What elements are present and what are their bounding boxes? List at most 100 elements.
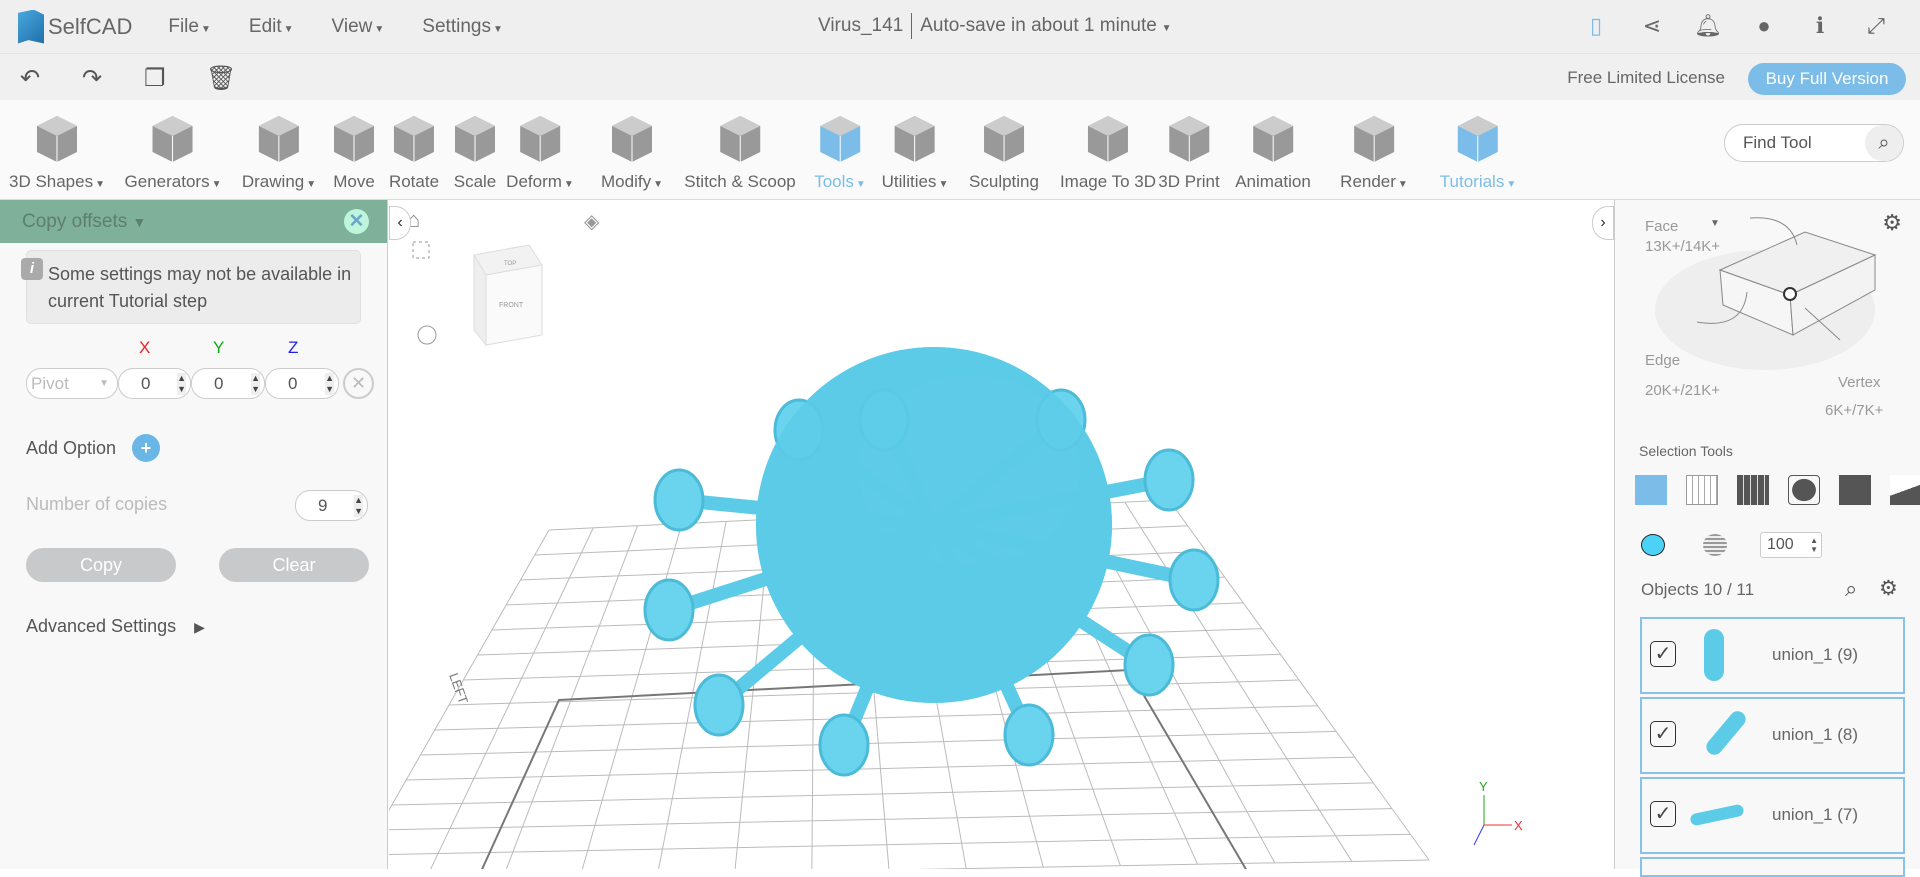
modify-icon	[611, 116, 652, 162]
render-icon	[1353, 116, 1394, 162]
visibility-checkbox[interactable]: ✓	[1650, 801, 1676, 827]
tool-generators[interactable]: Generators ▼	[125, 112, 221, 192]
project-title[interactable]: Virus_141 Auto-save in about 1 minute ▼	[818, 13, 1172, 39]
svg-text:Y: Y	[1479, 779, 1488, 794]
orbit-icon[interactable]	[417, 325, 437, 345]
y-offset-input[interactable]: 0 ▲ ▼	[191, 368, 265, 399]
collapse-right-panel-button[interactable]: ›	[1592, 206, 1614, 240]
copy-icon[interactable]: ❐	[144, 64, 166, 93]
3d-print-icon	[1168, 116, 1209, 162]
bell-icon[interactable]: 🔔︎	[1694, 12, 1722, 40]
select-half-icon[interactable]	[1839, 475, 1871, 505]
tool-scale[interactable]: Scale	[450, 112, 500, 192]
tool-sculpting[interactable]: Sculpting	[969, 112, 1039, 192]
close-icon[interactable]: ✕	[344, 209, 369, 234]
select-volume-icon[interactable]	[1788, 475, 1820, 505]
fullscreen-icon[interactable]: ⤢	[1862, 12, 1890, 40]
opacity-input[interactable]: 100 ▲ ▼	[1760, 532, 1822, 558]
select-faces-icon[interactable]	[1737, 475, 1769, 505]
object-item[interactable]	[1640, 857, 1905, 877]
object-item[interactable]: ✓ union_1 (9)	[1640, 617, 1905, 694]
select-object-icon[interactable]	[1635, 475, 1667, 505]
info-icon: i	[21, 258, 43, 280]
copy-button[interactable]: Copy	[26, 548, 176, 582]
save-icon[interactable]: ▯	[1582, 12, 1610, 40]
buy-full-version-button[interactable]: Buy Full Version	[1748, 63, 1906, 95]
selection-panel: ⚙ Face ▼ 13K+/14K+ Edge 20K+/21K+ Vertex…	[1614, 200, 1920, 877]
3d-shapes-icon	[37, 116, 77, 162]
z-offset-input[interactable]: 0 ▲ ▼	[265, 368, 339, 399]
object-thumbnail-icon	[1703, 707, 1749, 759]
camera-view-icon[interactable]: ◈	[584, 211, 600, 233]
tools-icon	[820, 116, 860, 162]
pivot-select[interactable]: Pivot ▼	[26, 368, 118, 399]
tool-animation[interactable]: Animation	[1235, 112, 1311, 192]
object-thumbnail-icon	[1689, 803, 1745, 827]
vertex-mode[interactable]: Vertex	[1838, 374, 1881, 391]
deform-icon	[519, 116, 560, 162]
tool-drawing[interactable]: Drawing ▼	[242, 112, 316, 192]
tool-rotate[interactable]: Rotate	[389, 112, 439, 192]
zoom-fit-icon[interactable]	[412, 241, 430, 259]
face-count: 13K+/14K+	[1645, 238, 1721, 255]
find-tool-input[interactable]: Find Tool ⌕	[1724, 124, 1904, 162]
tutorial-notice: i Some settings may not be available in c…	[21, 250, 361, 324]
selfcad-logo-icon	[18, 9, 44, 44]
plus-icon[interactable]: +	[132, 434, 161, 462]
drawing-icon	[258, 116, 299, 162]
menu-file[interactable]: File ▼	[168, 16, 211, 38]
add-option[interactable]: Add Option +	[26, 434, 161, 462]
advanced-settings-toggle[interactable]: Advanced Settings ▶	[26, 616, 205, 637]
clear-button[interactable]: Clear	[219, 548, 369, 582]
info-icon[interactable]: ℹ	[1806, 12, 1834, 40]
object-item[interactable]: ✓ union_1 (7)	[1640, 777, 1905, 854]
user-icon[interactable]: ●	[1750, 12, 1778, 40]
tool-tutorials[interactable]: Tutorials ▼	[1440, 112, 1516, 192]
texture-icon[interactable]	[1703, 534, 1727, 556]
tool-modify[interactable]: Modify ▼	[601, 112, 663, 192]
menu-settings[interactable]: Settings ▼	[422, 16, 503, 38]
redo-icon[interactable]: ↷	[82, 64, 102, 93]
undo-icon[interactable]: ↶	[20, 64, 40, 93]
selection-tools-label: Selection Tools	[1639, 443, 1733, 459]
edit-bar: ↶ ↷ ❐ 🗑︎ Free Limited License Buy Full V…	[0, 53, 1920, 100]
tool-deform[interactable]: Deform ▼	[506, 112, 574, 192]
search-icon[interactable]: ⌕	[1865, 125, 1903, 161]
panel-header[interactable]: Copy offsets ▼ ✕	[0, 200, 387, 243]
top-bar: SelfCAD File ▼ Edit ▼ View ▼ Settings ▼ Viru…	[0, 0, 1920, 53]
object-color-swatch[interactable]	[1641, 534, 1665, 556]
search-objects-icon[interactable]: ⌕	[1845, 576, 1857, 602]
tool-tools[interactable]: Tools ▼	[814, 112, 866, 192]
tool-utilities[interactable]: Utilities ▼	[882, 112, 948, 192]
3d-viewport[interactable]: TOP FRONT ⌂ ◈ LEFT YX ‹ ›	[350, 200, 1614, 877]
object-item[interactable]: ✓ union_1 (8)	[1640, 697, 1905, 774]
copies-input[interactable]: 9 ▲ ▼	[295, 490, 368, 521]
edge-count: 20K+/21K+	[1645, 382, 1721, 399]
object-thumbnail-icon	[1704, 629, 1724, 681]
tool-3d-shapes[interactable]: 3D Shapes ▼	[9, 112, 105, 192]
visibility-checkbox[interactable]: ✓	[1650, 721, 1676, 747]
tool-3d-print[interactable]: 3D Print	[1158, 112, 1220, 192]
generators-icon	[152, 116, 193, 162]
share-icon[interactable]: ⋖	[1638, 12, 1666, 40]
select-face-grid-icon[interactable]	[1686, 475, 1718, 505]
visibility-checkbox[interactable]: ✓	[1650, 641, 1676, 667]
tool-move[interactable]: Move	[329, 112, 379, 192]
x-offset-input[interactable]: 0 ▲ ▼	[118, 368, 191, 399]
z-label: Z	[288, 338, 299, 357]
tool-stitch-scoop[interactable]: Stitch & Scoop	[684, 112, 796, 192]
edge-mode[interactable]: Edge	[1645, 352, 1680, 369]
menu-edit[interactable]: Edit ▼	[249, 16, 294, 38]
delete-icon[interactable]: 🗑︎	[206, 64, 236, 93]
remove-offset-icon[interactable]: ✕	[343, 368, 374, 399]
select-plane-icon[interactable]	[1890, 475, 1920, 505]
tool-image-to-3d[interactable]: Image To 3D	[1060, 112, 1156, 192]
tool-render[interactable]: Render ▼	[1340, 112, 1408, 192]
face-mode[interactable]: Face	[1645, 218, 1678, 235]
objects-settings-icon[interactable]: ⚙	[1879, 576, 1898, 601]
copies-label: Number of copies	[26, 494, 168, 514]
menu-view[interactable]: View ▼	[332, 16, 385, 38]
scene-canvas[interactable]: TOP FRONT ⌂ ◈ LEFT YX	[350, 200, 1614, 877]
y-label: Y	[213, 338, 225, 357]
tutorials-icon	[1458, 116, 1498, 162]
